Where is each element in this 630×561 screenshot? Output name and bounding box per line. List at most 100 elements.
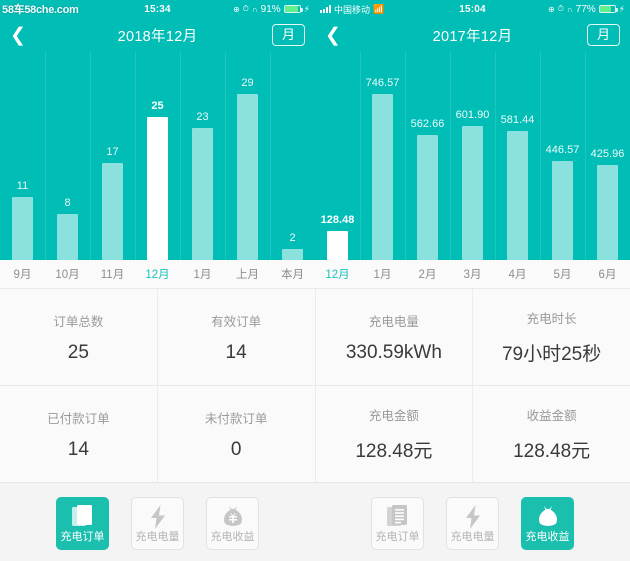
stat-cell: 充电时长 79小时25秒 <box>473 289 630 385</box>
stat-cell: 订单总数 25 <box>0 289 158 385</box>
chart-bar[interactable] <box>506 131 529 260</box>
tab-label: 充电收益 <box>210 530 255 543</box>
left-bar-chart: 11 8 17 25 23 29 2 9月 10月 11月 12月 1月 上月 本月 <box>0 52 315 288</box>
chart-bar-value-label: 25 <box>151 100 164 112</box>
chart-xaxis-label[interactable]: 4月 <box>495 260 540 288</box>
stat-cell: 已付款订单 14 <box>0 386 158 482</box>
right-battery-text: 77% <box>575 3 596 15</box>
chart-bar[interactable] <box>56 214 79 260</box>
chart-bar[interactable] <box>11 197 34 260</box>
stat-label: 已付款订单 <box>47 411 110 426</box>
chart-xaxis-label[interactable]: 6月 <box>585 260 630 288</box>
chart-bar-value-label: 581.44 <box>500 114 535 126</box>
chart-bar-column[interactable]: 8 <box>45 52 90 260</box>
stat-label: 订单总数 <box>53 314 104 329</box>
site-watermark: 58车58che.com <box>2 1 79 17</box>
chart-xaxis-label[interactable]: 本月 <box>270 260 315 288</box>
stat-label: 充电电量 <box>368 314 419 329</box>
chart-xaxis-label[interactable]: 3月 <box>450 260 495 288</box>
left-nav-bar: ❮ 2018年12月 月 <box>0 18 315 52</box>
stats-row-2: 已付款订单 14 未付款订单 0 充电金额 128.48元 收益金额 128.48元 <box>0 386 630 483</box>
chart-bar[interactable] <box>416 135 439 260</box>
charging-bolt-icon: ⚡ <box>618 3 625 14</box>
stats-grid: 订单总数 25 有效订单 14 充电电量 330.59kWh 充电时长 79小时25秒 已付款… <box>0 288 630 483</box>
chart-xaxis-label[interactable]: 12月 <box>135 260 180 288</box>
chart-bar-column[interactable]: 581.44 <box>495 52 540 260</box>
chart-xaxis-label[interactable]: 5月 <box>540 260 585 288</box>
chart-bar[interactable] <box>146 117 169 260</box>
tab-document[interactable]: 充电订单 <box>56 497 109 550</box>
tab-document[interactable]: 充电订单 <box>371 497 424 550</box>
tab-label: 充电订单 <box>60 530 105 543</box>
alarm-icon: ⏱ <box>557 4 564 13</box>
chart-xaxis-label[interactable]: 10月 <box>45 260 90 288</box>
stat-cell: 未付款订单 0 <box>158 386 316 482</box>
chart-xaxis-label[interactable]: 上月 <box>225 260 270 288</box>
tab-bolt[interactable]: 充电电量 <box>446 497 499 550</box>
stat-label: 未付款订单 <box>204 411 268 426</box>
left-chart-xaxis: 9月 10月 11月 12月 1月 上月 本月 <box>0 260 315 288</box>
stat-value: 25 <box>67 341 89 363</box>
chart-bar-column[interactable]: 562.66 <box>405 52 450 260</box>
right-nav-title: 2017年12月 <box>432 28 513 45</box>
left-tab-bar: 充电订单 充电电量 充电收益 <box>0 483 315 561</box>
chart-xaxis-label[interactable]: 2月 <box>405 260 450 288</box>
stat-value: 14 <box>225 341 247 363</box>
stat-value: 14 <box>67 438 89 460</box>
chart-bar-column[interactable]: 25 <box>135 52 180 260</box>
location-icon: ⊕ <box>232 4 240 14</box>
left-phone-panel: 58车58che.com 15:34 ⊕ ⏱ ∩ 91% ⚡ ❮ 2018年12… <box>0 0 315 288</box>
chart-bar[interactable] <box>191 128 214 260</box>
watermark-part1: 58车 <box>2 4 25 16</box>
stat-value: 79小时25秒 <box>501 344 602 365</box>
chart-bar-column[interactable]: 23 <box>180 52 225 260</box>
alarm-icon: ⏱ <box>242 4 249 13</box>
chart-bar-value-label: 2 <box>289 232 296 244</box>
stat-label: 收益金额 <box>526 409 577 423</box>
battery-icon <box>598 5 618 13</box>
tab-money-bag[interactable]: 充电收益 <box>206 497 259 550</box>
chart-xaxis-label[interactable]: 9月 <box>0 260 45 288</box>
battery-icon <box>283 5 303 13</box>
chart-bar-column[interactable]: 17 <box>90 52 135 260</box>
chart-bar-value-label: 425.96 <box>590 148 625 160</box>
stat-label: 有效订单 <box>211 314 262 329</box>
tab-money-bag[interactable]: 充电收益 <box>521 497 574 550</box>
chart-bar[interactable] <box>461 126 484 260</box>
chart-bar-column[interactable]: 128.48 <box>315 52 360 260</box>
stat-label: 充电金额 <box>368 409 419 423</box>
left-month-toggle-button[interactable]: 月 <box>271 23 305 47</box>
tab-label: 充电收益 <box>525 530 570 543</box>
chart-bar-column[interactable]: 601.90 <box>450 52 495 260</box>
chart-xaxis-label[interactable]: 12月 <box>315 260 360 288</box>
right-month-toggle-button[interactable]: 月 <box>586 23 620 47</box>
chart-bar-value-label: 562.66 <box>410 118 445 130</box>
chart-bar[interactable] <box>101 163 124 260</box>
headphones-icon: ∩ <box>251 4 258 14</box>
tab-bolt[interactable]: 充电电量 <box>131 497 184 550</box>
stat-value: 128.48元 <box>513 441 591 462</box>
left-status-right: ⊕ ⏱ ∩ 91% ⚡ <box>233 4 310 15</box>
chart-bar-column[interactable]: 29 <box>225 52 270 260</box>
stat-cell: 充电金额 128.48元 <box>316 386 474 482</box>
left-chart-plot: 11 8 17 25 23 29 2 <box>0 52 315 260</box>
chart-bar-column[interactable]: 11 <box>0 52 45 260</box>
chart-xaxis-label[interactable]: 11月 <box>90 260 135 288</box>
chart-bar[interactable] <box>326 231 349 260</box>
chart-bar-value-label: 23 <box>196 111 209 123</box>
chart-bar[interactable] <box>551 161 574 260</box>
chart-bar[interactable] <box>281 249 304 260</box>
chart-bar-column[interactable]: 425.96 <box>585 52 630 260</box>
chart-bar-value-label: 29 <box>241 77 254 89</box>
chart-bar[interactable] <box>236 94 259 260</box>
tab-label: 充电电量 <box>450 530 495 543</box>
chart-bar[interactable] <box>371 94 394 260</box>
chart-xaxis-label[interactable]: 1月 <box>180 260 225 288</box>
chart-bar[interactable] <box>596 165 619 260</box>
chart-bar-column[interactable]: 2 <box>270 52 315 260</box>
headphones-icon: ∩ <box>566 4 573 14</box>
chart-xaxis-label[interactable]: 1月 <box>360 260 405 288</box>
chart-bar-column[interactable]: 746.57 <box>360 52 405 260</box>
chart-bar-value-label: 446.57 <box>545 144 580 156</box>
chart-bar-column[interactable]: 446.57 <box>540 52 585 260</box>
